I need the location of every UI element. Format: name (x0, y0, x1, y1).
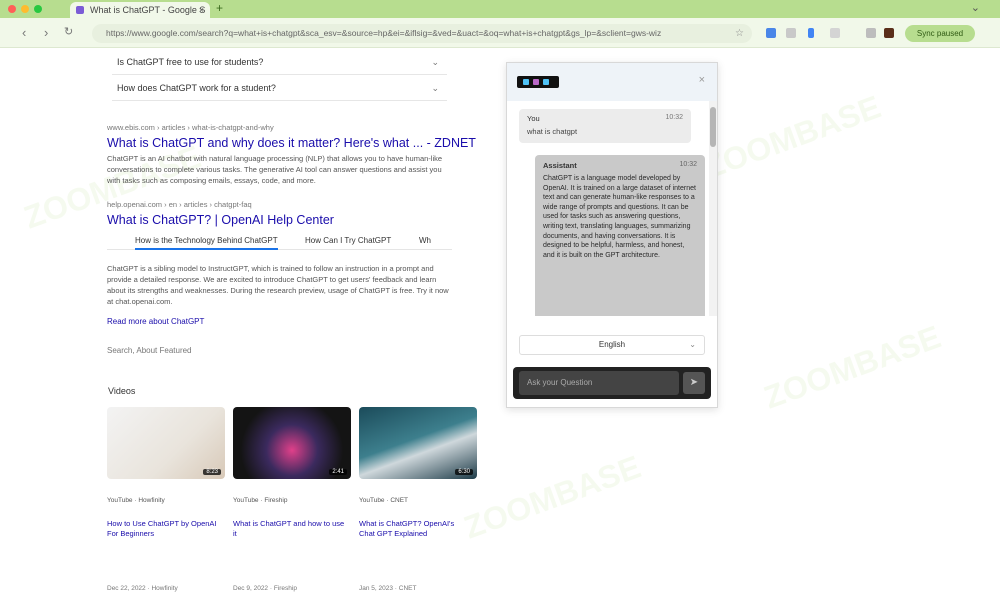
chat-extension-popup: × You 10:32 what is chatgpt Assistant 10… (506, 62, 718, 408)
message-text: ChatGPT is a language model developed by… (543, 175, 696, 259)
search-results-page: ZOOMBASE ZOOMBASE ZOOMBASE ZOOMBASE Is C… (0, 49, 1000, 600)
video-duration: 2:41 (329, 469, 347, 475)
video-date: Dec 9, 2022 · Fireship (233, 585, 297, 592)
extension-icon[interactable] (884, 28, 894, 38)
chevron-down-icon: ⌄ (431, 57, 439, 67)
video-source: YouTube · Howfinity (107, 497, 165, 504)
extension-icon[interactable] (866, 28, 876, 38)
reload-button[interactable]: ↻ (64, 25, 73, 38)
result-subtabs: How is the Technology Behind ChatGPT How… (107, 232, 452, 250)
close-window-button[interactable] (8, 5, 16, 13)
extension-icon[interactable] (808, 28, 814, 38)
browser-toolbar: ‹ › ↻ https://www.google.com/search?q=wh… (0, 18, 1000, 48)
videos-heading: Videos (108, 386, 136, 396)
chevron-down-icon: ⌄ (689, 340, 696, 349)
feedback-text[interactable]: Search, About Featured (107, 346, 192, 355)
send-icon[interactable]: ➤ (683, 372, 705, 394)
video-thumbnail[interactable]: 8:23 (107, 407, 225, 479)
new-tab-button[interactable]: + (216, 1, 223, 15)
video-date: Jan 5, 2023 · CNET (359, 585, 417, 592)
tab-menu-chevron-icon[interactable]: ⌄ (971, 1, 980, 14)
video-title-link[interactable]: How to Use ChatGPT by OpenAI For Beginne… (107, 519, 219, 539)
video-duration: 8:23 (203, 469, 221, 475)
message-author: You (527, 114, 540, 123)
language-select[interactable]: English ⌄ (519, 335, 705, 355)
related-question[interactable]: Is ChatGPT free to use for students? ⌄ (112, 49, 447, 75)
chat-input-bar: Ask your Question ➤ (513, 367, 711, 399)
watermark: ZOOMBASE (759, 318, 946, 416)
video-title-link[interactable]: What is ChatGPT and how to use it (233, 519, 345, 539)
extension-icon[interactable] (830, 28, 840, 38)
back-button[interactable]: ‹ (22, 25, 26, 40)
message-time: 10:32 (679, 161, 697, 168)
video-card[interactable]: 8:23 YouTube · Howfinity How to Use Chat… (107, 407, 225, 597)
assistant-message: Assistant 10:32 ChatGPT is a language mo… (535, 155, 705, 316)
tab-favicon-icon (76, 6, 84, 14)
watermark: ZOOMBASE (699, 88, 886, 186)
browser-tab-strip: What is ChatGPT - Google S × + ⌄ (0, 0, 1000, 18)
result-url[interactable]: www.ebis.com › articles › what-is-chatgp… (107, 123, 274, 132)
message-author: Assistant (543, 161, 577, 170)
zoom-window-button[interactable] (34, 5, 42, 13)
related-question[interactable]: How does ChatGPT work for a student? ⌄ (112, 75, 447, 101)
language-value: English (598, 340, 626, 349)
forward-button[interactable]: › (44, 25, 48, 40)
video-source: YouTube · Fireship (233, 497, 288, 504)
close-icon[interactable]: × (699, 74, 705, 86)
video-card[interactable]: 6:30 YouTube · CNET What is ChatGPT? Ope… (359, 407, 477, 597)
video-duration: 6:30 (455, 469, 473, 475)
video-source: YouTube · CNET (359, 497, 409, 504)
user-message: You 10:32 what is chatgpt (519, 109, 691, 143)
result-url[interactable]: help.openai.com › en › articles › chatgp… (107, 200, 252, 209)
bookmark-star-icon[interactable]: ☆ (735, 24, 744, 43)
tab-title: What is ChatGPT - Google S (90, 5, 206, 15)
result-title-link[interactable]: What is ChatGPT? | OpenAI Help Center (107, 213, 334, 227)
extension-icon[interactable] (766, 28, 776, 38)
chevron-down-icon: ⌄ (431, 83, 439, 93)
minimize-window-button[interactable] (21, 5, 29, 13)
result-snippet: ChatGPT is an AI chatbot with natural la… (107, 154, 443, 185)
result-snippet: ChatGPT is a sibling model to InstructGP… (107, 264, 449, 306)
extension-icon[interactable] (786, 28, 796, 38)
subtab-more[interactable]: Wh (419, 236, 431, 245)
browser-tab[interactable]: What is ChatGPT - Google S × (70, 2, 210, 18)
subtab-try[interactable]: How Can I Try ChatGPT (305, 236, 391, 245)
close-tab-icon[interactable]: × (199, 2, 204, 18)
video-thumbnail[interactable]: 6:30 (359, 407, 477, 479)
url-text: https://www.google.com/search?q=what+is+… (106, 28, 662, 38)
question-input[interactable]: Ask your Question (519, 371, 679, 395)
profile-button[interactable]: Sync paused (905, 25, 975, 42)
result-title-link[interactable]: What is ChatGPT and why does it matter? … (107, 136, 476, 150)
video-title-link[interactable]: What is ChatGPT? OpenAI's Chat GPT Expla… (359, 519, 471, 539)
chat-history: You 10:32 what is chatgpt Assistant 10:3… (507, 101, 717, 316)
address-bar[interactable]: https://www.google.com/search?q=what+is+… (92, 24, 752, 43)
video-card[interactable]: 2:41 YouTube · Fireship What is ChatGPT … (233, 407, 351, 597)
message-time: 10:32 (665, 114, 683, 121)
chat-scrollbar[interactable] (709, 101, 717, 316)
subtab-technology[interactable]: How is the Technology Behind ChatGPT (135, 236, 278, 250)
scrollbar-thumb[interactable] (710, 107, 716, 147)
video-thumbnail[interactable]: 2:41 (233, 407, 351, 479)
watermark: ZOOMBASE (459, 448, 646, 546)
extension-logo (517, 76, 559, 88)
popup-header: × (507, 63, 717, 101)
video-date: Dec 22, 2022 · Howfinity (107, 585, 178, 592)
message-text: what is chatgpt (527, 127, 578, 136)
read-more-link[interactable]: Read more about ChatGPT (107, 317, 204, 326)
